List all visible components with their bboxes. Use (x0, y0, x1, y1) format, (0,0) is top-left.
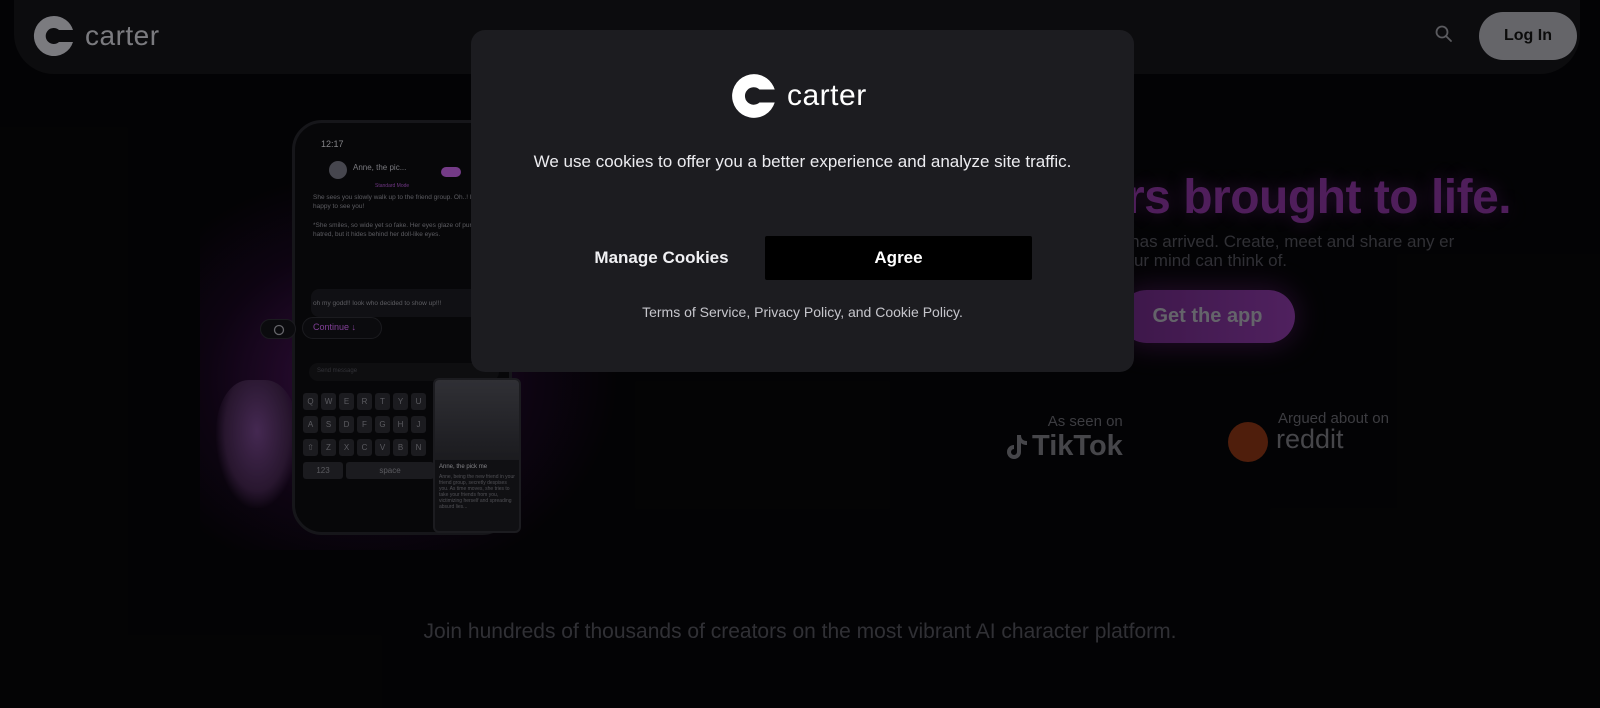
legal-separator: , (746, 304, 755, 320)
agree-button[interactable]: Agree (765, 236, 1032, 280)
legal-period: . (959, 304, 963, 320)
modal-brand-name: carter (787, 79, 867, 112)
cookie-policy-link[interactable]: Cookie Policy (875, 304, 959, 320)
cookie-message: We use cookies to offer you a better exp… (533, 152, 1072, 171)
privacy-policy-link[interactable]: Privacy Policy (754, 304, 840, 320)
terms-of-service-link[interactable]: Terms of Service (642, 304, 746, 320)
manage-cookies-button[interactable]: Manage Cookies (574, 236, 749, 280)
modal-brand-logo: carter (731, 72, 867, 120)
cookie-consent-modal: carter We use cookies to offer you a bet… (471, 30, 1134, 372)
carter-logo-icon (732, 74, 775, 118)
legal-separator: , and (840, 304, 876, 320)
legal-links: Terms of Service, Privacy Policy, and Co… (471, 304, 1134, 320)
